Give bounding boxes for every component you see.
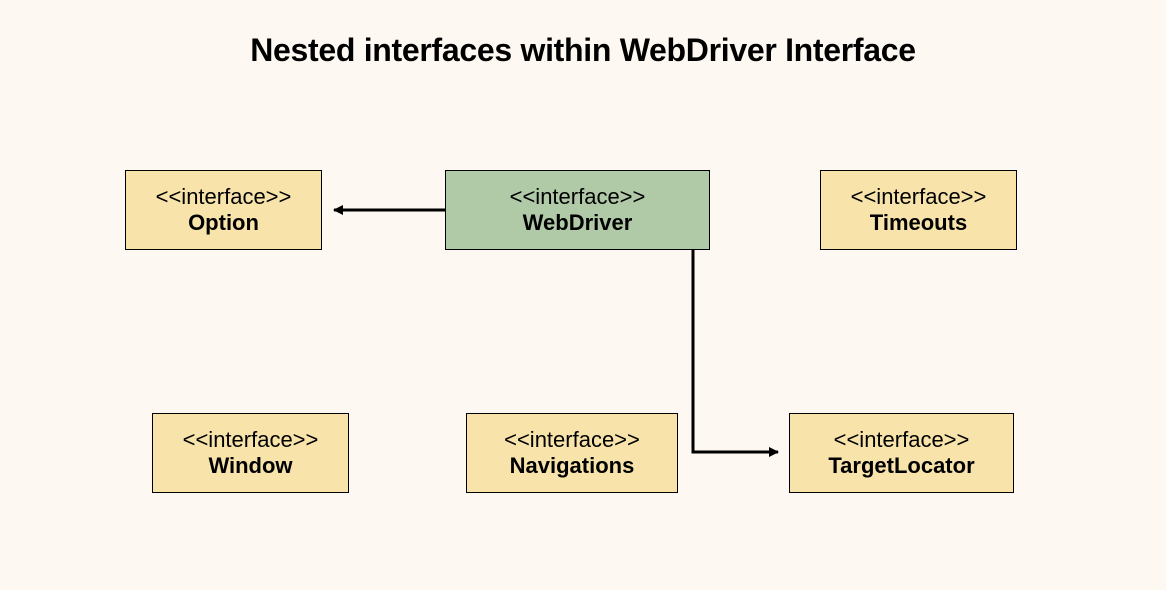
box-name: Timeouts bbox=[870, 210, 967, 236]
box-option: <<interface>> Option bbox=[125, 170, 322, 250]
diagram-canvas: <<interface>> Option <<interface>> WebDr… bbox=[0, 0, 1166, 590]
box-name: Navigations bbox=[510, 453, 635, 479]
stereotype-label: <<interface>> bbox=[504, 427, 640, 453]
box-name: Window bbox=[208, 453, 292, 479]
stereotype-label: <<interface>> bbox=[851, 184, 987, 210]
stereotype-label: <<interface>> bbox=[510, 184, 646, 210]
arrow-webdriver-to-targetlocator bbox=[693, 250, 778, 452]
box-webdriver: <<interface>> WebDriver bbox=[445, 170, 710, 250]
stereotype-label: <<interface>> bbox=[834, 427, 970, 453]
box-targetlocator: <<interface>> TargetLocator bbox=[789, 413, 1014, 493]
stereotype-label: <<interface>> bbox=[156, 184, 292, 210]
box-name: Option bbox=[188, 210, 259, 236]
box-window: <<interface>> Window bbox=[152, 413, 349, 493]
box-timeouts: <<interface>> Timeouts bbox=[820, 170, 1017, 250]
box-name: WebDriver bbox=[523, 210, 633, 236]
stereotype-label: <<interface>> bbox=[183, 427, 319, 453]
connectors-svg bbox=[0, 0, 1166, 590]
box-name: TargetLocator bbox=[828, 453, 974, 479]
box-navigations: <<interface>> Navigations bbox=[466, 413, 678, 493]
